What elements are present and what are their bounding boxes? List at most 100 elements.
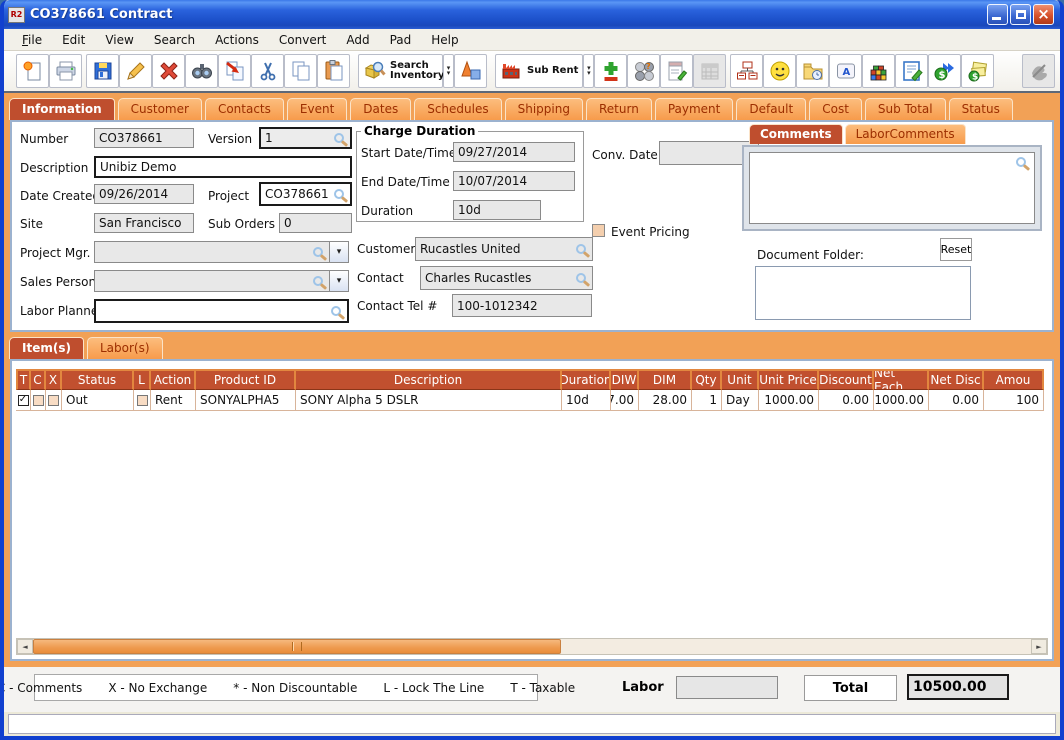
project-mgr-field[interactable] bbox=[94, 241, 330, 263]
notes-button[interactable] bbox=[660, 54, 693, 88]
col-discount[interactable]: Discount bbox=[819, 369, 874, 390]
tab-status[interactable]: Status bbox=[949, 98, 1013, 120]
cell-product-id[interactable]: SONYALPHA5 bbox=[196, 390, 296, 411]
tab-customer[interactable]: Customer bbox=[118, 98, 202, 120]
save-button[interactable] bbox=[86, 54, 119, 88]
tab-information[interactable]: Information bbox=[9, 98, 115, 120]
tab-default[interactable]: Default bbox=[736, 98, 806, 120]
cell-unit[interactable]: Day bbox=[722, 390, 759, 411]
tab-comments[interactable]: Comments bbox=[749, 124, 843, 144]
reset-button[interactable]: Reset bbox=[940, 238, 972, 261]
shortcut-key-button[interactable]: A bbox=[829, 54, 862, 88]
table-row[interactable]: ✓ Out Rent SONYALPHA5 SONY Alpha 5 DSLR … bbox=[16, 390, 1052, 411]
tab-dates[interactable]: Dates bbox=[350, 98, 411, 120]
tab-shipping[interactable]: Shipping bbox=[505, 98, 583, 120]
col-taxable[interactable]: T bbox=[16, 369, 31, 390]
col-product-id[interactable]: Product ID bbox=[196, 369, 296, 390]
labor-planner-field[interactable] bbox=[94, 299, 349, 323]
col-unit[interactable]: Unit bbox=[722, 369, 759, 390]
cell-dim[interactable]: 28.00 bbox=[639, 390, 692, 411]
search-inventory-button[interactable]: Search Inventory bbox=[358, 54, 443, 88]
menu-help[interactable]: Help bbox=[421, 31, 468, 49]
comments-textarea[interactable] bbox=[749, 152, 1035, 224]
checkbox-icon[interactable] bbox=[48, 395, 59, 406]
availability-button[interactable]: ? bbox=[627, 54, 660, 88]
transfer-button[interactable] bbox=[218, 54, 251, 88]
org-chart-button[interactable] bbox=[730, 54, 763, 88]
search-icon[interactable] bbox=[313, 247, 323, 257]
billing-notes-button[interactable]: $ bbox=[961, 54, 994, 88]
tab-subtotal[interactable]: Sub Total bbox=[865, 98, 946, 120]
cell-status[interactable]: Out bbox=[62, 390, 134, 411]
search-icon[interactable] bbox=[313, 276, 323, 286]
event-pricing-checkbox[interactable] bbox=[592, 224, 605, 237]
menu-view[interactable]: View bbox=[95, 31, 143, 49]
col-net-disc[interactable]: Net Disc bbox=[929, 369, 984, 390]
cell-action[interactable]: Rent bbox=[151, 390, 196, 411]
titlebar[interactable]: R2 CO378661 Contract × bbox=[4, 0, 1060, 29]
col-unit-price[interactable]: Unit Price bbox=[759, 369, 819, 390]
search-icon[interactable] bbox=[334, 133, 344, 143]
shapes-button[interactable] bbox=[454, 54, 487, 88]
cell-diw[interactable]: 7.00 bbox=[611, 390, 639, 411]
tab-payment[interactable]: Payment bbox=[655, 98, 734, 120]
checkbox-icon[interactable] bbox=[137, 395, 148, 406]
edit-button[interactable] bbox=[119, 54, 152, 88]
col-duration[interactable]: Duration bbox=[562, 369, 611, 390]
cell-net-each[interactable]: 1000.00 bbox=[874, 390, 929, 411]
col-dim[interactable]: DIM bbox=[639, 369, 692, 390]
cell-unit-price[interactable]: 1000.00 bbox=[759, 390, 819, 411]
add-remove-button[interactable] bbox=[594, 54, 627, 88]
document-folder-field[interactable] bbox=[755, 266, 971, 320]
cell-description[interactable]: SONY Alpha 5 DSLR bbox=[296, 390, 562, 411]
sub-rent-dropdown[interactable]: ▾▾ bbox=[583, 54, 594, 88]
menu-pad[interactable]: Pad bbox=[380, 31, 422, 49]
project-field[interactable]: CO378661 bbox=[259, 182, 352, 206]
tab-labor-comments[interactable]: LaborComments bbox=[845, 124, 966, 144]
search-icon[interactable] bbox=[1016, 157, 1026, 167]
maximize-button[interactable] bbox=[1010, 4, 1031, 25]
paste-button[interactable] bbox=[317, 54, 350, 88]
sub-rent-button[interactable]: Sub Rent bbox=[495, 54, 583, 88]
checkbox-checked-icon[interactable]: ✓ bbox=[18, 395, 29, 406]
tab-schedules[interactable]: Schedules bbox=[414, 98, 501, 120]
contact-field[interactable]: Charles Rucastles bbox=[420, 266, 593, 290]
new-button[interactable] bbox=[16, 54, 49, 88]
crew-button[interactable] bbox=[763, 54, 796, 88]
search-inventory-dropdown[interactable]: ▾▾ bbox=[443, 54, 454, 88]
col-diw[interactable]: DIW bbox=[611, 369, 639, 390]
history-folder-button[interactable] bbox=[796, 54, 829, 88]
cell-net-disc[interactable]: 0.00 bbox=[929, 390, 984, 411]
cell-qty[interactable]: 1 bbox=[692, 390, 722, 411]
menu-actions[interactable]: Actions bbox=[205, 31, 269, 49]
kits-button[interactable] bbox=[862, 54, 895, 88]
col-status[interactable]: Status bbox=[62, 369, 134, 390]
edit-document-button[interactable] bbox=[895, 54, 928, 88]
sales-person-dropdown[interactable]: ▾ bbox=[330, 270, 349, 292]
horizontal-scrollbar[interactable]: ◄ ► bbox=[16, 638, 1048, 655]
cell-duration[interactable]: 10d bbox=[562, 390, 611, 411]
cut-button[interactable] bbox=[251, 54, 284, 88]
cell-no-exchange[interactable] bbox=[46, 390, 62, 411]
col-net-each[interactable]: Net Each bbox=[874, 369, 929, 390]
scroll-right-button[interactable]: ► bbox=[1031, 639, 1047, 654]
search-icon[interactable] bbox=[576, 244, 586, 254]
search-icon[interactable] bbox=[334, 189, 344, 199]
col-no-exchange[interactable]: X bbox=[46, 369, 62, 390]
search-icon[interactable] bbox=[331, 306, 341, 316]
tab-items[interactable]: Item(s) bbox=[9, 337, 84, 359]
cell-taxable[interactable]: ✓ bbox=[16, 390, 31, 411]
cell-lock[interactable] bbox=[134, 390, 151, 411]
checkbox-icon[interactable] bbox=[33, 395, 44, 406]
tab-event[interactable]: Event bbox=[287, 98, 347, 120]
scroll-left-button[interactable]: ◄ bbox=[17, 639, 33, 654]
menu-search[interactable]: Search bbox=[144, 31, 205, 49]
menu-edit[interactable]: Edit bbox=[52, 31, 95, 49]
print-button[interactable] bbox=[49, 54, 82, 88]
menu-file[interactable]: File bbox=[12, 31, 52, 49]
col-amount[interactable]: Amou bbox=[984, 369, 1044, 390]
tab-contacts[interactable]: Contacts bbox=[205, 98, 284, 120]
description-field[interactable]: Unibiz Demo bbox=[94, 156, 352, 178]
scrollbar-track[interactable] bbox=[561, 639, 1031, 654]
copy-button[interactable] bbox=[284, 54, 317, 88]
